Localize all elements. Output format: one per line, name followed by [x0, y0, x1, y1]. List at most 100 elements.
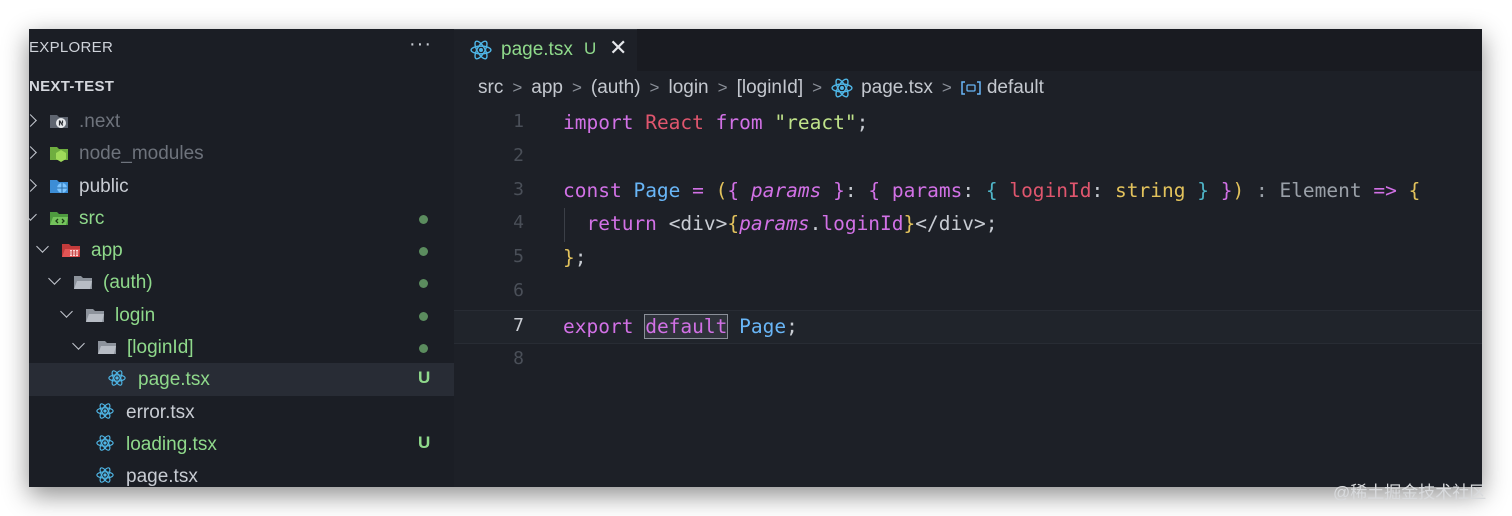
variable-symbol-icon	[961, 81, 981, 95]
breadcrumb-item[interactable]: login	[668, 77, 708, 99]
untracked-badge: U	[418, 432, 431, 452]
code-line[interactable]: 3 const Page = ({ params }: { params: { …	[454, 175, 1482, 209]
react-icon	[96, 467, 114, 484]
breadcrumb-item[interactable]: src	[478, 77, 503, 99]
chevron-right-icon: >	[571, 78, 582, 97]
code-line[interactable]: 5 };	[454, 242, 1482, 276]
next-folder-icon	[50, 115, 68, 128]
line-number: 2	[513, 144, 524, 166]
tab-label: page.tsx	[501, 39, 573, 60]
tree-item-page-tsx-selected[interactable]: page.tsx U	[29, 363, 454, 396]
react-icon	[96, 435, 114, 451]
modified-dot	[419, 247, 428, 257]
breadcrumb: src > app > (auth) > login > [loginId] > page.tsx…	[478, 77, 1044, 105]
tree-item-loading-tsx[interactable]: loading.tsx U	[29, 428, 454, 460]
tree-item-public[interactable]: public	[29, 170, 454, 202]
breadcrumb-item[interactable]: (auth)	[591, 77, 641, 99]
tree-item-page-tsx[interactable]: page.tsx	[29, 460, 454, 487]
tree-item-label: login	[115, 304, 156, 326]
explorer-header: EXPLORER ···	[29, 29, 454, 67]
tree-item-next[interactable]: .next	[29, 105, 454, 137]
folder-open-icon	[86, 308, 104, 322]
public-folder-icon	[50, 179, 68, 193]
modified-dot	[419, 214, 428, 224]
chevron-down-icon	[36, 240, 49, 254]
explorer-title: EXPLORER	[29, 39, 114, 56]
chevron-down-icon	[60, 304, 73, 318]
close-icon[interactable]: ✕	[609, 35, 627, 61]
src-folder-icon	[50, 211, 68, 225]
chevron-right-icon	[29, 146, 37, 160]
breadcrumb-item[interactable]: [loginId]	[737, 77, 804, 99]
code-line[interactable]: 4 return <div>{params.loginId}</div>;	[454, 208, 1482, 243]
code-text: import React from "react";	[563, 111, 869, 134]
code-line[interactable]: 2	[454, 141, 1482, 175]
vscode-window: EXPLORER ··· NEXT-TEST .next node_module…	[29, 29, 1482, 487]
chevron-down-icon	[29, 208, 37, 221]
line-number: 7	[513, 314, 524, 336]
chevron-right-icon: >	[812, 78, 823, 97]
file-tree: .next node_modules public src app (auth)…	[29, 105, 454, 487]
react-icon	[831, 78, 853, 98]
react-icon	[470, 40, 492, 60]
code-line-active[interactable]: 7 export default Page;	[454, 309, 1482, 344]
line-number: 5	[513, 246, 524, 268]
breadcrumb-item[interactable]: page.tsx	[861, 77, 933, 99]
folder-open-icon	[74, 276, 92, 290]
tree-item-label: .next	[79, 111, 121, 132]
modified-dot	[419, 279, 428, 289]
untracked-badge: U	[418, 368, 431, 388]
tab-page-tsx[interactable]: page.tsx U ✕	[454, 29, 637, 72]
tree-item-label: [loginId]	[127, 337, 194, 359]
chevron-right-icon: >	[649, 78, 660, 97]
chevron-right-icon	[29, 114, 37, 127]
chevron-right-icon	[29, 178, 37, 192]
tree-item-app[interactable]: app	[29, 234, 454, 266]
tree-item-node-modules[interactable]: node_modules	[29, 137, 454, 169]
editor-area: page.tsx U ✕ src > app > (auth) > login > [login…	[454, 29, 1482, 487]
line-number: 3	[513, 178, 524, 200]
breadcrumb-item[interactable]: app	[531, 77, 563, 99]
node-folder-icon	[50, 147, 68, 163]
breadcrumb-item[interactable]: default	[987, 77, 1044, 99]
react-icon	[108, 370, 126, 387]
tree-item-label: node_modules	[79, 143, 204, 165]
chevron-right-icon: >	[512, 78, 523, 97]
code-line[interactable]: 1 import React from "react";	[454, 107, 1482, 141]
code-line[interactable]: 6	[454, 276, 1482, 310]
tree-item-label: src	[79, 207, 105, 229]
code-text: };	[563, 246, 587, 270]
chevron-right-icon: >	[941, 78, 952, 97]
chevron-down-icon	[72, 337, 85, 350]
line-number: 8	[513, 347, 524, 369]
code-line[interactable]: 8	[454, 344, 1482, 378]
tree-item-label: (auth)	[103, 272, 153, 294]
project-name[interactable]: NEXT-TEST	[29, 78, 114, 95]
tree-item-label: loading.tsx	[126, 433, 217, 455]
watermark: @稀土掘金技术社区	[1333, 483, 1487, 502]
app-folder-icon	[62, 244, 80, 258]
explorer-sidebar: EXPLORER ··· NEXT-TEST .next node_module…	[29, 29, 454, 487]
code-text: const Page = ({ params }: { params: { lo…	[563, 178, 1421, 202]
folder-open-icon	[98, 341, 116, 355]
line-number: 4	[513, 212, 524, 234]
tree-item-label: app	[91, 240, 123, 262]
modified-dot	[419, 311, 428, 321]
modified-dot	[419, 344, 428, 354]
line-number: 1	[513, 111, 524, 132]
code-editor[interactable]: 1 import React from "react"; 2 3 const P…	[454, 107, 1482, 377]
line-number: 6	[513, 279, 524, 301]
untracked-badge: U	[584, 39, 597, 58]
tree-item-label: page.tsx	[126, 466, 198, 487]
tree-item-src[interactable]: src	[29, 202, 454, 234]
tree-item-loginid[interactable]: [loginId]	[29, 331, 454, 363]
tree-item-login[interactable]: login	[29, 299, 454, 331]
tree-item-auth[interactable]: (auth)	[29, 266, 454, 298]
tab-bar: page.tsx U ✕	[454, 29, 1482, 72]
chevron-right-icon: >	[717, 78, 728, 97]
tree-item-label: page.tsx	[138, 369, 210, 391]
more-actions-button[interactable]: ···	[409, 33, 432, 56]
code-text: export default Page;	[563, 313, 798, 339]
code-text: return <div>{params.loginId}</div>;	[586, 212, 998, 236]
tree-item-error-tsx[interactable]: error.tsx	[29, 396, 454, 428]
